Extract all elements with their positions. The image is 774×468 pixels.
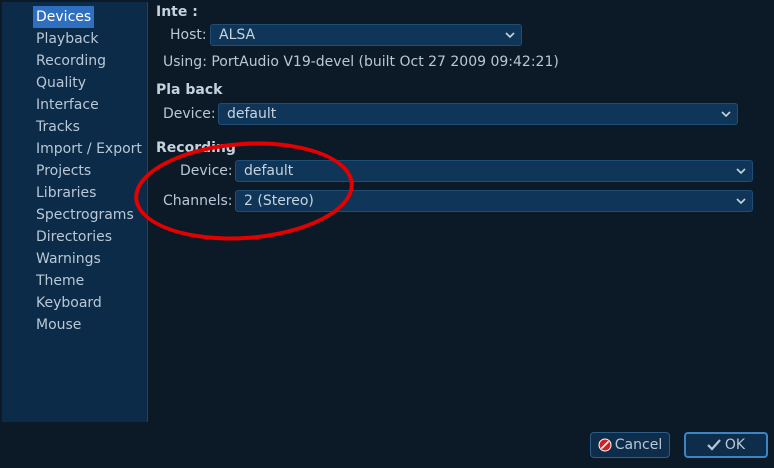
ok-button-label: OK	[724, 437, 746, 453]
sidebar-item-tracks[interactable]: Tracks	[33, 116, 147, 138]
category-list: Devices Playback Recording Quality Inter…	[2, 2, 147, 336]
channels-dropdown[interactable]: 2 (Stereo)	[235, 190, 753, 212]
chevron-down-icon	[721, 111, 731, 118]
recording-group-title: Recording	[156, 140, 236, 156]
sidebar-item-spectrograms[interactable]: Spectrograms	[33, 204, 147, 226]
channels-value: 2 (Stereo)	[244, 193, 314, 209]
using-info-text: Using: PortAudio V19-devel (built Oct 27…	[163, 54, 559, 70]
host-label: Host:	[170, 27, 207, 43]
host-dropdown[interactable]: ALSA	[210, 24, 522, 46]
sidebar-item-playback[interactable]: Playback	[33, 28, 147, 50]
sidebar-item-keyboard[interactable]: Keyboard	[33, 292, 147, 314]
checkmark-icon	[707, 439, 721, 451]
playback-device-value: default	[227, 106, 277, 122]
playback-device-dropdown[interactable]: default	[218, 103, 738, 125]
interface-group-title: Inte :	[156, 4, 198, 20]
cancel-icon	[598, 438, 612, 452]
sidebar-item-directories[interactable]: Directories	[33, 226, 147, 248]
devices-panel: Inte : Host: ALSA Using: PortAudio V19-d…	[148, 0, 774, 425]
playback-group-title: Pla back	[156, 82, 223, 98]
cancel-button-label: Cancel	[614, 437, 663, 453]
recording-device-value: default	[244, 163, 294, 179]
sidebar-item-projects[interactable]: Projects	[33, 160, 147, 182]
recording-device-dropdown[interactable]: default	[235, 160, 753, 182]
recording-device-label: Device:	[180, 163, 233, 179]
cancel-button[interactable]: Cancel	[590, 432, 670, 458]
sidebar-item-libraries[interactable]: Libraries	[33, 182, 147, 204]
preferences-category-sidebar: Devices Playback Recording Quality Inter…	[2, 2, 148, 422]
sidebar-item-quality[interactable]: Quality	[33, 72, 147, 94]
chevron-down-icon	[736, 198, 746, 205]
sidebar-item-warnings[interactable]: Warnings	[33, 248, 147, 270]
ok-button[interactable]: OK	[684, 432, 768, 458]
channels-label: Channels:	[163, 193, 233, 209]
sidebar-item-devices[interactable]: Devices	[33, 6, 95, 28]
sidebar-item-theme[interactable]: Theme	[33, 270, 147, 292]
sidebar-item-import-export[interactable]: Import / Export	[33, 138, 147, 160]
sidebar-item-recording[interactable]: Recording	[33, 50, 147, 72]
sidebar-item-mouse[interactable]: Mouse	[33, 314, 147, 336]
sidebar-item-interface[interactable]: Interface	[33, 94, 147, 116]
host-value: ALSA	[219, 27, 256, 43]
chevron-down-icon	[736, 168, 746, 175]
playback-device-label: Device:	[163, 106, 216, 122]
chevron-down-icon	[505, 32, 515, 39]
